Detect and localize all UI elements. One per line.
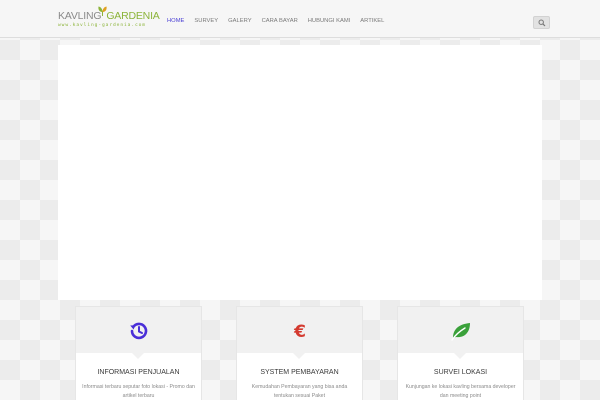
site-logo[interactable]: KAVLING GARDENIA www.kavling-gardenia.com <box>58 6 160 32</box>
feature-title: SYSTEM PEMBAYARAN <box>260 369 339 376</box>
history-icon <box>129 322 147 340</box>
nav-item-galery[interactable]: GALERY <box>223 16 256 26</box>
logo-word-kavling: KAVLING <box>58 10 102 22</box>
nav-item-hubungi-kami[interactable]: HUBUNGI KAMI <box>303 16 356 26</box>
feature-box-notch <box>454 353 466 359</box>
feature-box-notch <box>293 353 305 359</box>
feature-desc: Informasi terbaru seputar foto lokasi - … <box>82 384 195 399</box>
nav-item-artikel[interactable]: ARTIKEL <box>355 16 389 26</box>
feature-desc: Kemudahan Pembayaran yang bisa anda tent… <box>251 384 348 399</box>
feature-box-header <box>398 307 523 353</box>
nav-item-survey[interactable]: SURVEY <box>189 16 223 26</box>
feature-title: SURVEI LOKASI <box>433 369 488 376</box>
feature-desc: Kunjungan ke lokasi kavling bersama deve… <box>405 384 516 399</box>
hero-slider <box>58 45 542 300</box>
feature-title: INFORMASI PENJUALAN <box>97 369 180 376</box>
logo-word-gardenia: GARDENIA <box>106 10 160 22</box>
nav-item-home[interactable]: HOME <box>162 16 189 26</box>
leaf-icon <box>450 323 470 341</box>
feature-box-header <box>76 307 201 353</box>
logo-url: www.kavling-gardenia.com <box>58 23 146 28</box>
feature-box-notch <box>132 353 144 359</box>
site-header: KAVLING GARDENIA www.kavling-gardenia.com… <box>0 0 600 38</box>
feature-box-survei: SURVEI LOKASI Kunjungan ke lokasi kavlin… <box>397 306 524 400</box>
feature-box-header: € <box>237 307 362 353</box>
search-button[interactable] <box>533 16 550 29</box>
feature-box-informasi: INFORMASI PENJUALAN Informasi terbaru se… <box>75 306 202 400</box>
svg-text:€: € <box>293 322 306 341</box>
feature-box-pembayaran: € SYSTEM PEMBAYARAN Kemudahan Pembayaran… <box>236 306 363 400</box>
main-nav: HOME SURVEY GALERY CARA BAYAR HUBUNGI KA… <box>162 16 389 26</box>
logo-text: KAVLING GARDENIA <box>58 10 160 22</box>
nav-item-cara-bayar[interactable]: CARA BAYAR <box>257 16 303 26</box>
search-icon <box>538 19 546 27</box>
euro-icon: € <box>293 322 306 341</box>
leaf-logo-icon <box>98 6 107 16</box>
